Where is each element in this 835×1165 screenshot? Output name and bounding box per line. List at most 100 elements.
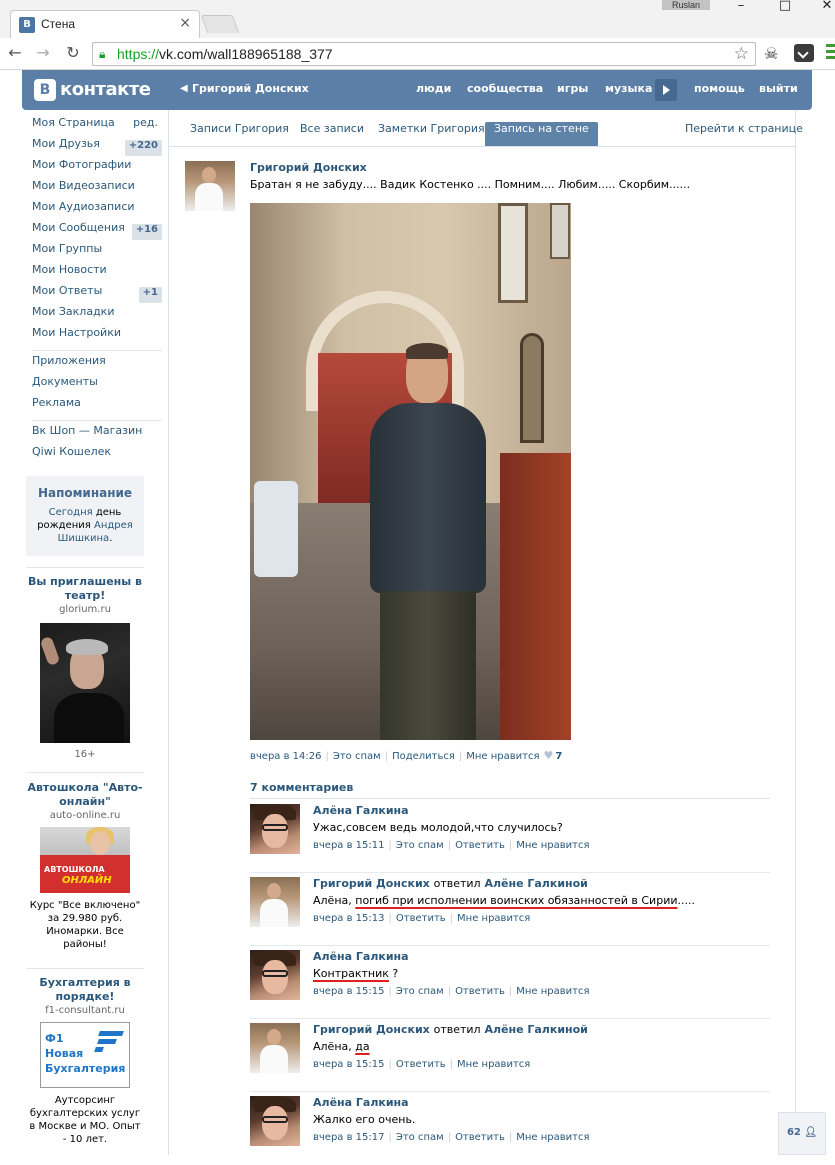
tab-all-posts[interactable]: Все записи	[291, 122, 373, 146]
sidebar-item-friends[interactable]: Мои Друзья +220	[26, 137, 168, 158]
nav-music[interactable]: музыка	[605, 82, 652, 95]
vk-logo-icon[interactable]: В	[34, 79, 56, 101]
comment-time-link[interactable]: вчера в 15:13	[313, 913, 385, 924]
sidebar-item-photos[interactable]: Мои Фотографии	[26, 158, 168, 179]
reply-to-link[interactable]: Алёне Галкиной	[484, 1023, 587, 1036]
report-spam-link[interactable]: Это спам	[396, 1132, 444, 1143]
pocket-icon[interactable]	[794, 44, 814, 62]
like-link[interactable]: Мне нравится	[457, 1059, 530, 1070]
commenter-name-link[interactable]: Григорий Донских	[313, 1023, 430, 1036]
sidebar-item-videos[interactable]: Мои Видеозаписи	[26, 179, 168, 200]
like-link[interactable]: Мне нравится	[516, 986, 589, 997]
sidebar-item-qiwi[interactable]: Qiwi Кошелек	[26, 445, 168, 466]
reply-to-link[interactable]: Алёне Галкиной	[484, 877, 587, 890]
menu-icon[interactable]	[826, 44, 835, 62]
commenter-avatar[interactable]	[250, 877, 300, 927]
comment-time-link[interactable]: вчера в 15:15	[313, 986, 385, 997]
sidebar-item-apps[interactable]: Приложения	[26, 354, 168, 375]
sidebar-item-shop[interactable]: Вк Шоп — Магазин	[26, 424, 168, 445]
comment-time-link[interactable]: вчера в 15:11	[313, 840, 385, 851]
report-spam-link[interactable]: Это спам	[396, 840, 444, 851]
profile-name[interactable]: Ruslan	[662, 0, 710, 10]
url-text[interactable]: https://vk.com/wall188965188_377	[117, 46, 333, 62]
nav-games[interactable]: игры	[557, 82, 588, 95]
sidebar-item-answers[interactable]: Мои Ответы +1	[26, 284, 168, 305]
extension-icon[interactable]: ☠	[764, 44, 778, 63]
sidebar-item-settings[interactable]: Мои Настройки	[26, 326, 168, 347]
forward-icon[interactable]: →	[32, 42, 54, 64]
chevron-left-icon[interactable]: ◀	[180, 83, 188, 94]
post-time-link[interactable]: вчера в 14:26	[250, 751, 322, 762]
sidebar-item-bookmarks[interactable]: Мои Закладки	[26, 305, 168, 326]
share-link[interactable]: Поделиться	[392, 751, 455, 762]
commenter-name-link[interactable]: Григорий Донских	[313, 877, 430, 890]
post-photo[interactable]	[250, 203, 571, 740]
new-tab-button[interactable]	[200, 15, 240, 33]
tab-wall-post[interactable]: Запись на стене	[485, 122, 598, 146]
likes-count[interactable]: 7	[555, 751, 562, 762]
maximize-icon[interactable]: □	[770, 0, 800, 14]
heart-icon[interactable]: ♥	[544, 749, 554, 762]
today-link[interactable]: Сегодня	[49, 507, 93, 518]
nav-communities[interactable]: сообщества	[467, 82, 543, 95]
sidebar-item-news[interactable]: Мои Новости	[26, 263, 168, 284]
window-close-icon[interactable]: ✕	[812, 0, 835, 14]
vk-logo-text[interactable]: контакте	[60, 79, 151, 100]
close-tab-icon[interactable]: ×	[179, 15, 191, 31]
sidebar-item-groups[interactable]: Мои Группы	[26, 242, 168, 263]
sidebar-item-documents[interactable]: Документы	[26, 375, 168, 396]
ad-block-accounting[interactable]: Бухгалтерия в порядке! f1-consultant.ru …	[26, 976, 144, 1146]
post-author-avatar[interactable]	[185, 161, 235, 211]
reply-link[interactable]: Ответить	[396, 913, 446, 924]
comment-time-link[interactable]: вчера в 15:15	[313, 1059, 385, 1070]
play-icon[interactable]	[655, 79, 677, 101]
reply-link[interactable]: Ответить	[455, 1132, 505, 1143]
report-spam-link[interactable]: Это спам	[396, 986, 444, 997]
commenter-avatar[interactable]	[250, 804, 300, 854]
reload-icon[interactable]: ↻	[62, 42, 84, 64]
ad-image[interactable]: АВТОШКОЛА ОНЛАЙН	[40, 827, 130, 893]
ad-title[interactable]: Автошкола "Авто-онлайн"	[26, 781, 144, 809]
online-friends-button[interactable]: 62 👤︎	[778, 1112, 826, 1155]
like-link[interactable]: Мне нравится	[457, 913, 530, 924]
like-link[interactable]: Мне нравится	[466, 751, 539, 762]
like-link[interactable]: Мне нравится	[516, 1132, 589, 1143]
reply-link[interactable]: Ответить	[455, 840, 505, 851]
like-link[interactable]: Мне нравится	[516, 840, 589, 851]
goto-page-link[interactable]: Перейти к странице	[676, 122, 812, 146]
sidebar-item-messages[interactable]: Мои Сообщения +16	[26, 221, 168, 242]
ad-image[interactable]	[40, 623, 130, 743]
commenter-avatar[interactable]	[250, 950, 300, 1000]
comment-time-link[interactable]: вчера в 15:17	[313, 1132, 385, 1143]
ad-title[interactable]: Вы приглашены в театр!	[26, 575, 144, 603]
back-icon[interactable]: ←	[4, 42, 26, 64]
commenter-name[interactable]: Алёна Галкина	[313, 1096, 409, 1109]
commenter-avatar[interactable]	[250, 1096, 300, 1146]
ad-image[interactable]: Ф1 Новая Бухгалтерия	[40, 1022, 130, 1088]
commenter-name[interactable]: Алёна Галкина	[313, 804, 409, 817]
tab-notes[interactable]: Заметки Григория	[369, 122, 494, 146]
post-author-name[interactable]: Григорий Донских	[250, 161, 367, 174]
reply-link[interactable]: Ответить	[396, 1059, 446, 1070]
minimize-icon[interactable]: –	[726, 0, 756, 14]
tab-user-posts[interactable]: Записи Григория	[181, 122, 298, 146]
star-icon[interactable]: ☆	[734, 44, 749, 64]
commenter-name[interactable]: Алёна Галкина	[313, 950, 409, 963]
browser-tab[interactable]: В Стена ×	[10, 10, 200, 38]
ad-block-driving-school[interactable]: Автошкола "Авто-онлайн" auto-online.ru А…	[26, 781, 144, 951]
report-spam-link[interactable]: Это спам	[333, 751, 381, 762]
address-bar[interactable]: 🔒︎ https://vk.com/wall188965188_377 ☆	[92, 42, 756, 66]
sidebar-item-audio[interactable]: Мои Аудиозаписи	[26, 200, 168, 221]
reply-link[interactable]: Ответить	[455, 986, 505, 997]
nav-people[interactable]: люди	[416, 82, 451, 95]
nav-logout[interactable]: выйти	[759, 82, 798, 95]
back-to-profile-link[interactable]: Григорий Донских	[192, 82, 309, 95]
ad-block-theatre[interactable]: Вы приглашены в театр! glorium.ru 16+	[26, 575, 144, 760]
comment-text: Алёна, да	[313, 1040, 370, 1053]
edit-link[interactable]: ред.	[133, 116, 158, 129]
commenter-avatar[interactable]	[250, 1023, 300, 1073]
nav-help[interactable]: помощь	[694, 82, 745, 95]
sidebar-item-ads[interactable]: Реклама	[26, 396, 168, 417]
ad-title[interactable]: Бухгалтерия в порядке!	[26, 976, 144, 1004]
sidebar-item-my-page[interactable]: Моя Страница ред.	[26, 116, 168, 137]
